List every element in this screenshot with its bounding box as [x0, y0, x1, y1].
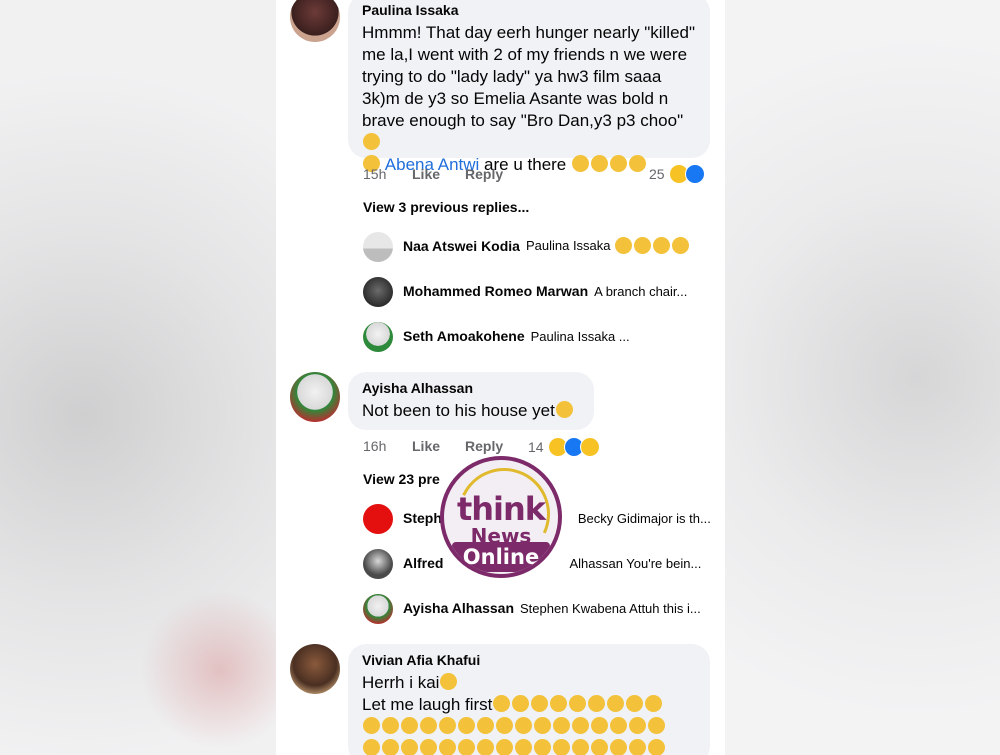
blurred-background-right — [725, 0, 1000, 755]
reply-button[interactable]: Reply — [465, 438, 503, 454]
reply-preview[interactable]: Alfred Alhassan You're bein... — [403, 555, 701, 571]
logo-online: Online — [452, 542, 550, 572]
reaction-count: 14 — [528, 439, 544, 455]
comment-actions: 15h Like Reply — [363, 166, 503, 182]
smile-emoji-icon — [671, 237, 689, 254]
reply-author[interactable]: Seth Amoakohene — [403, 328, 525, 344]
reaction-summary[interactable]: 25 — [649, 164, 705, 184]
think-news-online-logo: think News Online — [440, 456, 562, 578]
comment-actions: 16h Like Reply — [363, 438, 503, 454]
reply-text: A branch chair... — [594, 283, 688, 299]
comment-line: brave enough to say "Bro Dan,y3 p3 choo" — [362, 111, 684, 130]
tongue-emoji-icon — [555, 401, 573, 418]
comment-bubble: Paulina Issaka Hmmm! That day eerh hunge… — [348, 0, 710, 174]
avatar[interactable] — [290, 644, 340, 694]
reply-preview[interactable]: Naa Atswei Kodia Paulina Issaka — [403, 237, 690, 254]
reply-text: Paulina Issaka — [525, 238, 611, 253]
comment-text: Not been to his house yet — [362, 400, 580, 422]
reply-text: Paulina Issaka ... — [530, 328, 630, 344]
reply-author[interactable]: Mohammed Romeo Marwan — [403, 283, 588, 299]
reaction-count: 25 — [649, 166, 665, 182]
avatar[interactable] — [290, 372, 340, 422]
comment-line: Let me laugh first — [362, 695, 493, 714]
comment-time: 15h — [363, 166, 387, 182]
comment-author[interactable]: Vivian Afia Khafui — [362, 652, 696, 668]
reply-author[interactable]: Naa Atswei Kodia — [403, 238, 520, 254]
smile-emoji-icon — [614, 237, 632, 254]
reply-text: Stephen Kwabena Attuh this i... — [520, 600, 701, 616]
comment-line: 3k)m de y3 so Emelia Asante was bold n — [362, 89, 669, 108]
laughing-emoji-row — [362, 716, 696, 738]
reply-author[interactable]: Steph — [403, 510, 442, 526]
comment-line: Herrh i kai — [362, 673, 440, 692]
comments-panel: Paulina Issaka Hmmm! That day eerh hunge… — [276, 0, 725, 755]
comment-author[interactable]: Paulina Issaka — [362, 2, 696, 18]
reply-button[interactable]: Reply — [465, 166, 503, 182]
avatar[interactable] — [363, 594, 393, 624]
like-button[interactable]: Like — [412, 166, 465, 182]
laughing-emoji-icon — [591, 155, 609, 172]
comment-line: trying to do "lady lady" ya hw3 film saa… — [362, 67, 662, 86]
reply-text: Becky Gidimajor is th... — [577, 510, 711, 526]
reply-preview[interactable]: Seth Amoakohene Paulina Issaka ... — [403, 328, 630, 344]
comment-bubble: Vivian Afia Khafui Herrh i kai Let me la… — [348, 644, 710, 755]
like-reaction-icon — [684, 164, 705, 184]
laughing-emoji-row — [492, 695, 663, 714]
like-button[interactable]: Like — [412, 438, 465, 454]
smile-emoji-icon — [633, 237, 651, 254]
reply-preview[interactable]: Ayisha Alhassan Stephen Kwabena Attuh th… — [403, 600, 701, 616]
thinking-emoji-icon — [440, 673, 458, 690]
reaction-summary[interactable]: 14 — [528, 437, 600, 457]
avatar[interactable] — [363, 549, 393, 579]
smile-emoji-icon — [652, 237, 670, 254]
laughing-emoji-icon — [363, 133, 380, 150]
comment-text: Herrh i kai Let me laugh first — [362, 672, 696, 755]
laughing-emoji-icon — [610, 155, 628, 172]
reply-author[interactable]: Ayisha Alhassan — [403, 600, 514, 616]
reply-text: Alhassan You're bein... — [569, 555, 702, 571]
comment-bubble: Ayisha Alhassan Not been to his house ye… — [348, 372, 594, 430]
comment-text: Hmmm! That day eerh hunger nearly "kille… — [362, 22, 696, 176]
wow-reaction-icon — [579, 437, 600, 457]
logo-think: think — [456, 490, 546, 528]
avatar[interactable] — [363, 504, 393, 534]
avatar[interactable] — [363, 232, 393, 262]
avatar[interactable] — [363, 277, 393, 307]
comment-line: Not been to his house yet — [362, 401, 555, 420]
avatar[interactable] — [363, 322, 393, 352]
reply-author[interactable]: Alfred — [403, 555, 443, 571]
comment-time: 16h — [363, 438, 387, 454]
avatar[interactable] — [290, 0, 340, 42]
reply-preview[interactable]: Mohammed Romeo Marwan A branch chair... — [403, 283, 687, 299]
view-previous-replies[interactable]: View 23 pre — [363, 471, 440, 487]
laughing-emoji-icon — [629, 155, 647, 172]
laughing-emoji-icon — [572, 155, 590, 172]
comment-author[interactable]: Ayisha Alhassan — [362, 380, 580, 396]
comment-line: me la,I went with 2 of my friends n we w… — [362, 45, 688, 64]
comment-line: Hmmm! That day eerh hunger nearly "kille… — [362, 23, 696, 42]
view-previous-replies[interactable]: View 3 previous replies... — [363, 199, 529, 215]
laughing-emoji-row — [362, 738, 696, 755]
